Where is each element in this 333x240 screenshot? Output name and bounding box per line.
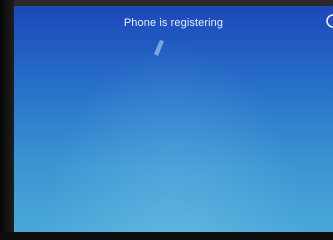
device-bezel-left <box>0 0 14 240</box>
device-bezel-bottom <box>0 232 333 240</box>
loading-spinner-icon <box>154 40 164 56</box>
registration-status-text: Phone is registering <box>123 17 224 29</box>
power-icon[interactable] <box>325 14 333 28</box>
phone-screen: Phone is registering <box>14 6 333 234</box>
phone-device: Phone is registering <box>0 0 333 240</box>
